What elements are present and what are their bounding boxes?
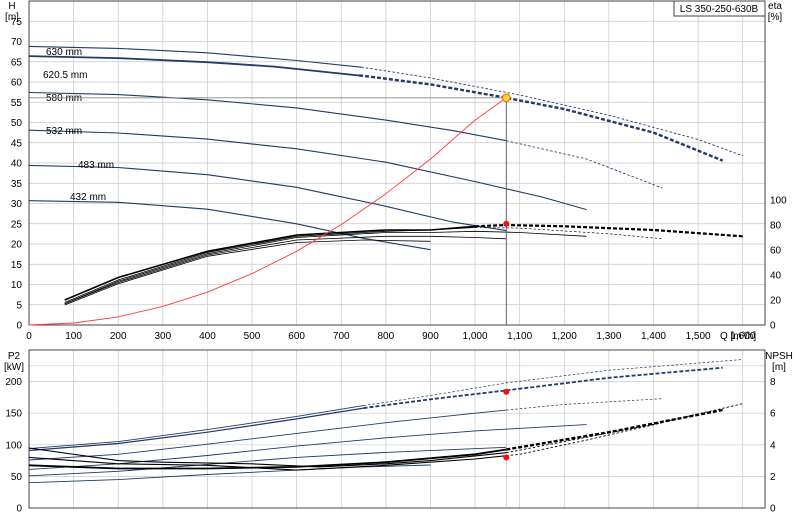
grid-lines bbox=[28, 1, 765, 509]
impeller-curve-dashed bbox=[358, 74, 724, 162]
impeller-diameter-label: 620.5 mm bbox=[43, 70, 87, 81]
eta-y-tick-label: 60 bbox=[770, 246, 782, 257]
head-y-tick-label: 40 bbox=[11, 159, 23, 170]
head-y-tick-label: 25 bbox=[11, 219, 23, 230]
head-y-tick-label: 65 bbox=[11, 57, 23, 68]
duty-point-marker bbox=[501, 93, 511, 103]
head-y-tick-label: 70 bbox=[11, 37, 23, 48]
impeller-curve-solid bbox=[28, 200, 431, 251]
impeller-curve-dashed bbox=[506, 140, 663, 189]
impeller-diameter-label: 483 mm bbox=[78, 160, 114, 171]
power-curve-dashed bbox=[363, 366, 723, 409]
chart-canvas: 0 100 200 300 400 500 600 700 800 900 1,000 1,100 1,… bbox=[4, 0, 793, 515]
power-y-tick-label: 50 bbox=[11, 472, 23, 483]
x-tick-label: 300 bbox=[154, 331, 171, 342]
x-tick-label: 700 bbox=[333, 331, 350, 342]
power-curve-dashed bbox=[363, 359, 743, 406]
x-tick-label: 900 bbox=[422, 331, 439, 342]
head-y-tick-label: 15 bbox=[11, 260, 23, 271]
npsh-curve-solid bbox=[28, 448, 507, 470]
model-label: LS 350-250-630B bbox=[680, 4, 759, 15]
npsh-y-tick-label: 8 bbox=[770, 377, 776, 388]
npsh-y-tick-label: 4 bbox=[770, 440, 776, 451]
eta-y-tick-label: 0 bbox=[770, 321, 776, 332]
efficiency-curve-solid bbox=[64, 239, 431, 306]
power-axis-unit: [kW] bbox=[4, 362, 24, 373]
eta-y-tick-label: 40 bbox=[770, 271, 782, 282]
head-y-tick-label: 45 bbox=[11, 138, 23, 149]
power-panel-frame bbox=[28, 349, 766, 509]
x-tick-label: 400 bbox=[199, 331, 216, 342]
x-tick-label: 0 bbox=[26, 331, 32, 342]
impeller-curve-solid bbox=[28, 91, 507, 142]
x-tick-label: 1,200 bbox=[552, 331, 577, 342]
eta-y-tick-label: 20 bbox=[770, 296, 782, 307]
npsh-y-tick-label: 6 bbox=[770, 409, 776, 420]
power-curve-dashed bbox=[506, 398, 663, 411]
x-tick-label: 1,100 bbox=[507, 331, 532, 342]
impeller-diameter-label: 432 mm bbox=[70, 192, 106, 203]
x-tick-label: 1,400 bbox=[641, 331, 666, 342]
x-tick-label: 100 bbox=[65, 331, 82, 342]
eta-y-tick-label: 100 bbox=[770, 196, 787, 207]
duty-npsh-marker bbox=[503, 454, 510, 461]
power-y-tick-label: 150 bbox=[5, 409, 22, 420]
x-tick-label: 800 bbox=[378, 331, 395, 342]
head-y-tick-label: 60 bbox=[11, 78, 23, 89]
x-tick-label: 1,000 bbox=[463, 331, 488, 342]
x-tick-label: 1,300 bbox=[596, 331, 621, 342]
x-tick-label: 1,500 bbox=[686, 331, 711, 342]
efficiency-curve-solid bbox=[64, 235, 507, 305]
eta-axis-title: eta bbox=[768, 1, 782, 12]
impeller-diameter-label: 532 mm bbox=[46, 126, 82, 137]
pump-performance-chart: 0 100 200 300 400 500 600 700 800 900 1,000 1,100 1,… bbox=[0, 0, 800, 520]
impeller-diameter-label: 630 mm bbox=[46, 47, 82, 58]
power-y-tick-label: 0 bbox=[16, 504, 22, 515]
npsh-y-tick-label: 2 bbox=[770, 472, 776, 483]
efficiency-curve-solid bbox=[64, 230, 587, 305]
head-y-tick-label: 10 bbox=[11, 280, 23, 291]
x-axis-label: Q [m³/h] bbox=[720, 331, 756, 342]
head-y-tick-label: 50 bbox=[11, 118, 23, 129]
npsh-axis-unit: [m] bbox=[772, 362, 786, 373]
power-curve-solid bbox=[28, 409, 507, 461]
x-tick-label: 500 bbox=[244, 331, 261, 342]
efficiency-curve-solid bbox=[64, 225, 476, 301]
npsh-curve-dashed bbox=[506, 408, 723, 451]
impeller-diameter-label: 580 mm bbox=[46, 93, 82, 104]
head-y-tick-label: 35 bbox=[11, 179, 23, 190]
head-y-tick-label: 55 bbox=[11, 98, 23, 109]
npsh-axis-title: NPSH bbox=[765, 351, 793, 362]
head-y-tick-label: 30 bbox=[11, 199, 23, 210]
power-y-tick-label: 200 bbox=[5, 377, 22, 388]
power-curve-solid bbox=[28, 405, 364, 450]
head-y-tick-label: 20 bbox=[11, 240, 23, 251]
x-tick-label: 600 bbox=[288, 331, 305, 342]
npsh-y-tick-label: 0 bbox=[770, 504, 776, 515]
eta-axis-unit: [%] bbox=[768, 12, 783, 23]
duty-efficiency-marker bbox=[503, 220, 510, 227]
head-y-tick-label: 0 bbox=[16, 321, 22, 332]
duty-power-marker bbox=[503, 388, 510, 395]
power-axis-title: P2 bbox=[8, 351, 21, 362]
head-axis-title: H bbox=[8, 1, 15, 12]
head-y-tick-label: 5 bbox=[16, 300, 22, 311]
power-y-tick-label: 100 bbox=[5, 440, 22, 451]
eta-y-tick-label: 80 bbox=[770, 221, 782, 232]
head-axis-unit: [m] bbox=[5, 12, 19, 23]
x-tick-label: 200 bbox=[110, 331, 127, 342]
